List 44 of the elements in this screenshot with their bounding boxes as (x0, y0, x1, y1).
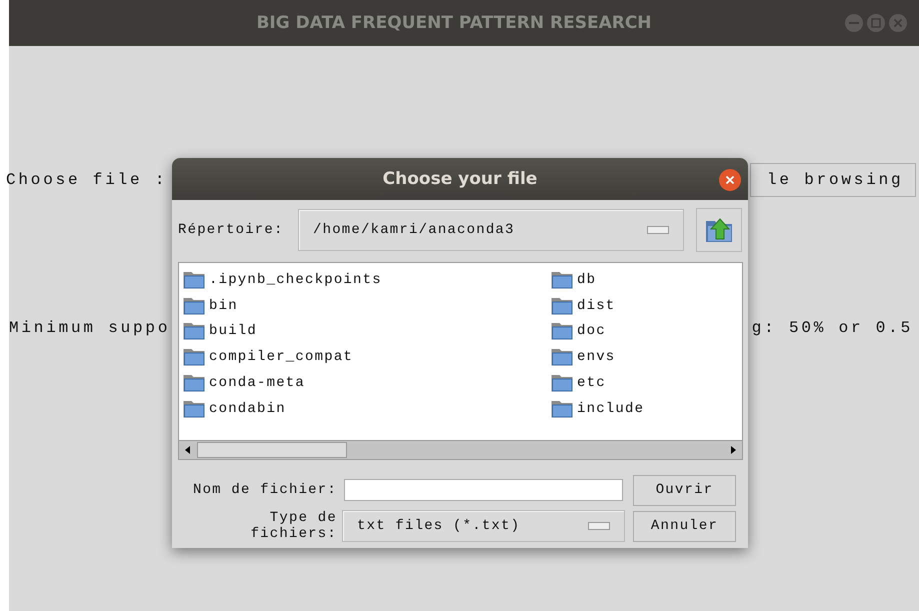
filename-field[interactable] (344, 479, 623, 501)
folder-item[interactable]: doc (551, 318, 644, 344)
folder-icon (183, 270, 205, 289)
directory-dropdown[interactable]: /home/kamri/anaconda3 (298, 209, 684, 251)
close-icon[interactable] (719, 169, 741, 191)
directory-label: Répertoire: (178, 222, 285, 238)
folder-icon (551, 322, 573, 340)
folder-item[interactable]: compiler_compat (183, 344, 551, 370)
folder-item[interactable]: conda-meta (183, 370, 551, 396)
folder-item[interactable]: condabin (183, 396, 551, 422)
folder-icon (551, 374, 573, 392)
choose-file-label: Choose file : (6, 171, 168, 189)
folder-item[interactable]: dist (551, 292, 644, 319)
open-button[interactable]: Ouvrir (633, 474, 736, 506)
folder-icon (183, 322, 205, 340)
support-hint: g: 50% or 0.5 (752, 319, 913, 337)
folder-item[interactable]: include (551, 396, 644, 422)
dialog-title: Choose your file (382, 169, 538, 189)
parent-folder-button[interactable] (696, 208, 742, 252)
file-type-dropdown[interactable]: txt files (*.txt) (342, 510, 625, 542)
minimize-icon[interactable] (845, 14, 863, 32)
file-type-label: Type de fichiers: (250, 510, 338, 542)
folder-item[interactable]: envs (551, 344, 644, 370)
cancel-button[interactable]: Annuler (633, 510, 736, 542)
folder-item[interactable]: etc (551, 370, 644, 396)
folder-icon (551, 348, 573, 366)
folder-item[interactable]: .ipynb_checkpoints (183, 267, 551, 293)
folder-up-arrow-icon (705, 217, 733, 243)
horizontal-scrollbar[interactable] (179, 440, 742, 459)
maximize-icon[interactable] (867, 14, 885, 32)
folder-item[interactable]: bin (183, 292, 551, 319)
folder-icon (183, 374, 205, 392)
folder-icon (183, 296, 205, 315)
folder-icon (183, 348, 205, 366)
window-title: BIG DATA FREQUENT PATTERN RESEARCH (256, 13, 652, 33)
folder-item[interactable]: db (551, 267, 644, 293)
folder-icon (551, 270, 573, 289)
folder-icon (551, 296, 573, 315)
filename-label: Nom de fichier: (192, 482, 338, 498)
folder-icon (551, 400, 573, 418)
minimum-support-label: Minimum suppo (9, 319, 170, 337)
folder-icon (183, 400, 205, 418)
folder-item[interactable]: build (183, 318, 551, 344)
browse-button[interactable]: le browsing (750, 163, 916, 197)
